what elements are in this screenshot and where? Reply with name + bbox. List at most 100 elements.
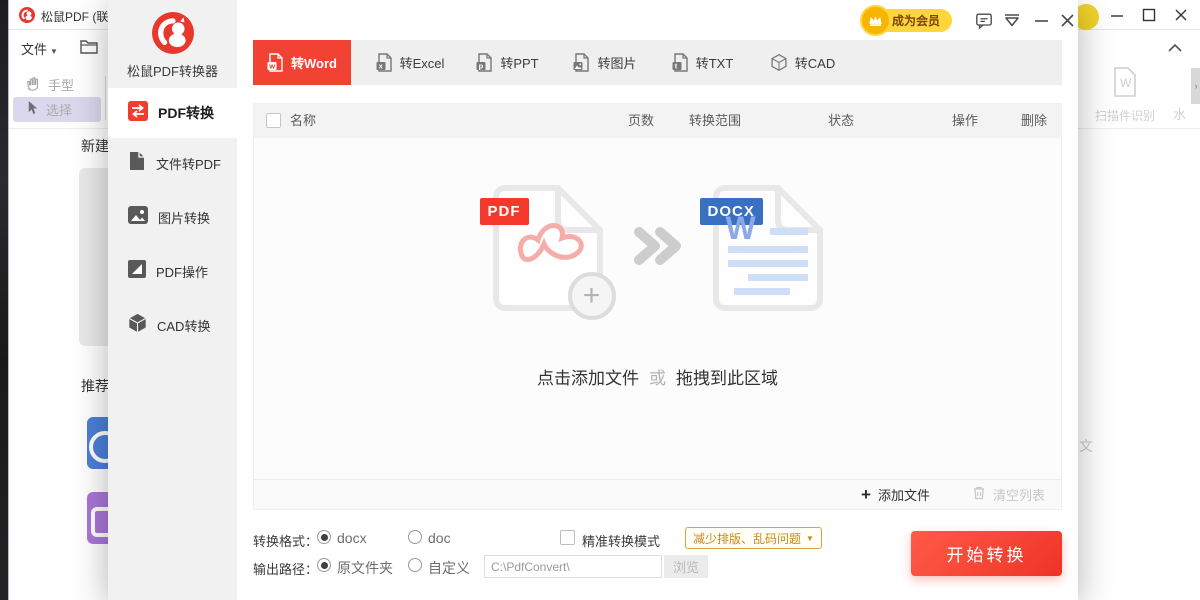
radio-docx-label[interactable]: docx [337, 530, 367, 546]
converter-dialog: 松鼠PDF转换器 PDF转换 文件转PDF 图片转换 [108, 0, 1078, 600]
add-files-label: 添加文件 [878, 485, 930, 504]
bg-close-button[interactable] [1173, 7, 1189, 23]
dropzone-illustration: PDF + DOCX W [492, 184, 824, 312]
dropzone[interactable]: PDF + DOCX W [254, 138, 1061, 481]
column-delete: 删除 [1009, 104, 1059, 138]
add-files-button[interactable]: + 添加文件 [861, 485, 930, 504]
tab-label: 转CAD [795, 53, 835, 72]
sidebar-item-file-to-pdf[interactable]: 文件转PDF [108, 136, 237, 190]
bg-menubar: 文件▼ [9, 30, 117, 66]
radio-custom-folder[interactable] [408, 558, 422, 572]
recommend-tile-blue[interactable] [87, 417, 109, 469]
browse-button[interactable]: 浏览 [664, 555, 708, 578]
tab-to-excel[interactable]: x 转Excel [360, 40, 460, 85]
radio-docx[interactable] [317, 530, 331, 544]
new-section-label: 新建 [81, 136, 111, 156]
tab-to-word[interactable]: w 转Word [253, 40, 351, 85]
hand-icon [25, 74, 42, 96]
tab-label: 转PPT [500, 53, 538, 72]
hand-tool-label: 手型 [48, 75, 74, 94]
cad-cube-icon [770, 53, 788, 72]
dialog-sidebar: 松鼠PDF转换器 PDF转换 文件转PDF 图片转换 [108, 0, 237, 600]
svg-text:p: p [479, 62, 484, 71]
tab-label: 转TXT [696, 53, 734, 72]
tab-to-ppt[interactable]: p 转PPT [460, 40, 555, 85]
sidebar-item-label: 图片转换 [158, 208, 210, 227]
toolbar-expand-strip[interactable]: › [1191, 68, 1200, 104]
scan-tool-label: 扫描件识别 [1085, 107, 1165, 124]
select-all-checkbox[interactable] [266, 113, 281, 128]
tab-to-image[interactable]: 转图片 [555, 40, 655, 85]
pdf-operations-icon [128, 260, 146, 283]
select-tool-label: 选择 [46, 100, 72, 119]
precise-mode-checkbox[interactable] [560, 530, 575, 545]
become-member-label: 成为会员 [892, 12, 940, 29]
output-label: 输出路径： [253, 559, 318, 578]
output-settings-row: 输出路径： 原文件夹 自定义 浏览 [253, 558, 893, 576]
txt-file-icon: t [672, 53, 689, 72]
sidebar-item-label: PDF转换 [158, 103, 214, 123]
svg-text:w: w [268, 62, 275, 71]
radio-original-folder-label[interactable]: 原文件夹 [337, 558, 393, 578]
sidebar-item-label: CAD转换 [157, 316, 210, 335]
bg-clipped-text: 文 [1079, 436, 1093, 456]
radio-doc[interactable] [408, 530, 422, 544]
cad-convert-icon [128, 313, 147, 338]
start-convert-button[interactable]: 开始转换 [911, 531, 1062, 576]
select-tool-button[interactable]: 选择 [13, 97, 101, 122]
column-status: 状态 [791, 104, 891, 138]
sidebar-item-cad-convert[interactable]: CAD转换 [108, 298, 237, 352]
watermark-tool-label[interactable]: 水 [1173, 104, 1186, 123]
tab-to-cad[interactable]: 转CAD [755, 40, 850, 85]
format-label: 转换格式： [253, 531, 318, 550]
column-range: 转换范围 [655, 104, 775, 138]
dialog-minimize-button[interactable] [1032, 11, 1050, 29]
collapse-ribbon-icon[interactable] [1167, 40, 1183, 58]
tab-to-txt[interactable]: t 转TXT [655, 40, 750, 85]
docx-line [734, 288, 790, 295]
clear-list-label: 清空列表 [993, 485, 1045, 504]
radio-original-folder[interactable] [317, 558, 331, 572]
bg-minimize-button[interactable] [1109, 7, 1125, 23]
caret-down-icon: ▼ [50, 47, 58, 56]
precise-hint-dropdown[interactable]: 减少排版、乱码问题 ▼ [685, 527, 822, 549]
sidebar-item-image-convert[interactable]: 图片转换 [108, 190, 237, 244]
bg-maximize-button[interactable] [1141, 7, 1157, 23]
radio-doc-label[interactable]: doc [428, 530, 451, 546]
sidebar-item-pdf-convert[interactable]: PDF转换 [108, 88, 237, 138]
scan-recognition-tool[interactable]: W 扫描件识别 [1085, 66, 1165, 124]
recommend-tile-purple[interactable] [87, 492, 109, 544]
file-list-footer: + 添加文件 清空列表 [254, 479, 1061, 509]
docx-line [728, 260, 808, 267]
clear-list-button[interactable]: 清空列表 [972, 485, 1045, 505]
cursor-icon [25, 100, 40, 120]
output-path-input[interactable] [484, 555, 662, 578]
dialog-close-button[interactable] [1058, 11, 1076, 29]
precise-mode-label: 精准转换模式 [582, 531, 660, 550]
image-convert-icon [128, 206, 148, 229]
tab-label: 转Word [291, 53, 337, 72]
chevron-right-icon: › [1195, 81, 1198, 91]
open-folder-icon[interactable] [79, 37, 99, 60]
hand-tool-button[interactable]: 手型 [17, 73, 99, 96]
scan-file-icon: W [1111, 66, 1139, 98]
sidebar-item-pdf-operations[interactable]: PDF操作 [108, 244, 237, 298]
svg-text:W: W [1120, 76, 1132, 90]
dialog-main: 成为会员 w 转Word x 转Exc [237, 0, 1078, 600]
desktop-edge [0, 0, 8, 600]
bg-window-controls [1109, 7, 1189, 23]
file-menu[interactable]: 文件▼ [21, 39, 58, 58]
feedback-icon[interactable] [975, 11, 993, 29]
convert-arrow-icon [634, 225, 682, 272]
menu-triangle-icon[interactable] [1003, 11, 1021, 29]
become-member-button[interactable]: 成为会员 [866, 9, 952, 32]
radio-custom-folder-label[interactable]: 自定义 [428, 558, 470, 578]
squirrel-logo-icon [152, 12, 194, 54]
chevron-down-icon: ▼ [806, 534, 814, 543]
conversion-tabbar: w 转Word x 转Excel p 转PPT 转图片 t 转TXT [253, 40, 1062, 85]
format-settings-row: 转换格式： docx doc 精准转换模式 减少排版、乱码问题 ▼ [253, 530, 893, 548]
file-to-pdf-icon [128, 151, 146, 176]
new-document-thumbnail[interactable] [79, 168, 109, 346]
precise-hint-label: 减少排版、乱码问题 [693, 530, 801, 547]
screen: 松鼠PDF (联想 文件▼ 手型 选择 [0, 0, 1200, 600]
